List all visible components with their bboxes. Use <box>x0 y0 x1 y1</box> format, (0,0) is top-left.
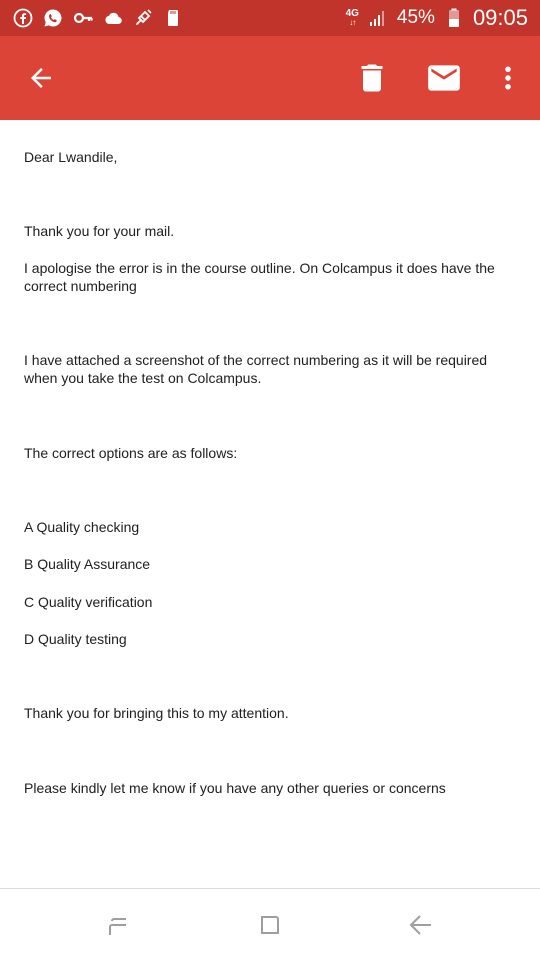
back-arrow-icon <box>31 68 51 88</box>
mail-icon <box>428 65 460 91</box>
email-greeting: Dear Lwandile, <box>24 149 118 165</box>
nav-back-button[interactable] <box>391 903 451 947</box>
clock: 09:05 <box>472 5 528 30</box>
email-options-intro: The correct options are as follows: <box>24 445 238 461</box>
option-d: D Quality testing <box>24 631 127 647</box>
option-b: B Quality Assurance <box>24 556 151 572</box>
delete-icon <box>361 64 383 92</box>
system-indicators: 4G ↓↑ 45% 09:05 <box>346 5 528 31</box>
more-vert-icon <box>505 66 511 90</box>
nav-back-icon <box>409 915 431 935</box>
navigation-bar <box>0 888 540 960</box>
email-attachment-note: I have attached a screenshot of the corr… <box>24 352 488 386</box>
email-body: Dear Lwandile, Thank you for your mail. … <box>24 120 516 888</box>
cloud-icon <box>102 7 124 29</box>
home-icon <box>261 916 279 934</box>
email-thanks: Thank you for your mail. <box>24 223 175 239</box>
back-button[interactable] <box>9 36 73 120</box>
option-a: A Quality checking <box>24 519 140 535</box>
delete-button[interactable] <box>340 36 404 120</box>
network-arrows: ↓↑ <box>349 18 356 27</box>
status-bar: 4G ↓↑ 45% 09:05 <box>0 0 540 36</box>
option-c: C Quality verification <box>24 594 153 610</box>
network-indicator: 4G ↓↑ <box>346 9 359 27</box>
battery-percent: 45% <box>396 7 435 28</box>
email-apology: I apologise the error is in the course o… <box>24 260 495 294</box>
home-button[interactable] <box>240 903 300 947</box>
signal-icon <box>367 7 389 29</box>
whatsapp-icon <box>42 7 64 29</box>
satellite-icon <box>132 7 154 29</box>
facebook-icon <box>12 7 34 29</box>
more-options-button[interactable] <box>476 36 540 120</box>
email-closing-thanks: Thank you for bringing this to my attent… <box>24 705 289 721</box>
key-icon <box>72 7 94 29</box>
toolbar <box>0 36 540 120</box>
mark-unread-button[interactable] <box>412 36 476 120</box>
recent-apps-icon <box>109 918 126 935</box>
sd-card-icon <box>162 7 184 29</box>
recent-apps-button[interactable] <box>88 903 148 947</box>
email-closing-request: Please kindly let me know if you have an… <box>24 780 446 796</box>
battery-icon <box>443 7 465 29</box>
notification-icons <box>12 7 184 29</box>
